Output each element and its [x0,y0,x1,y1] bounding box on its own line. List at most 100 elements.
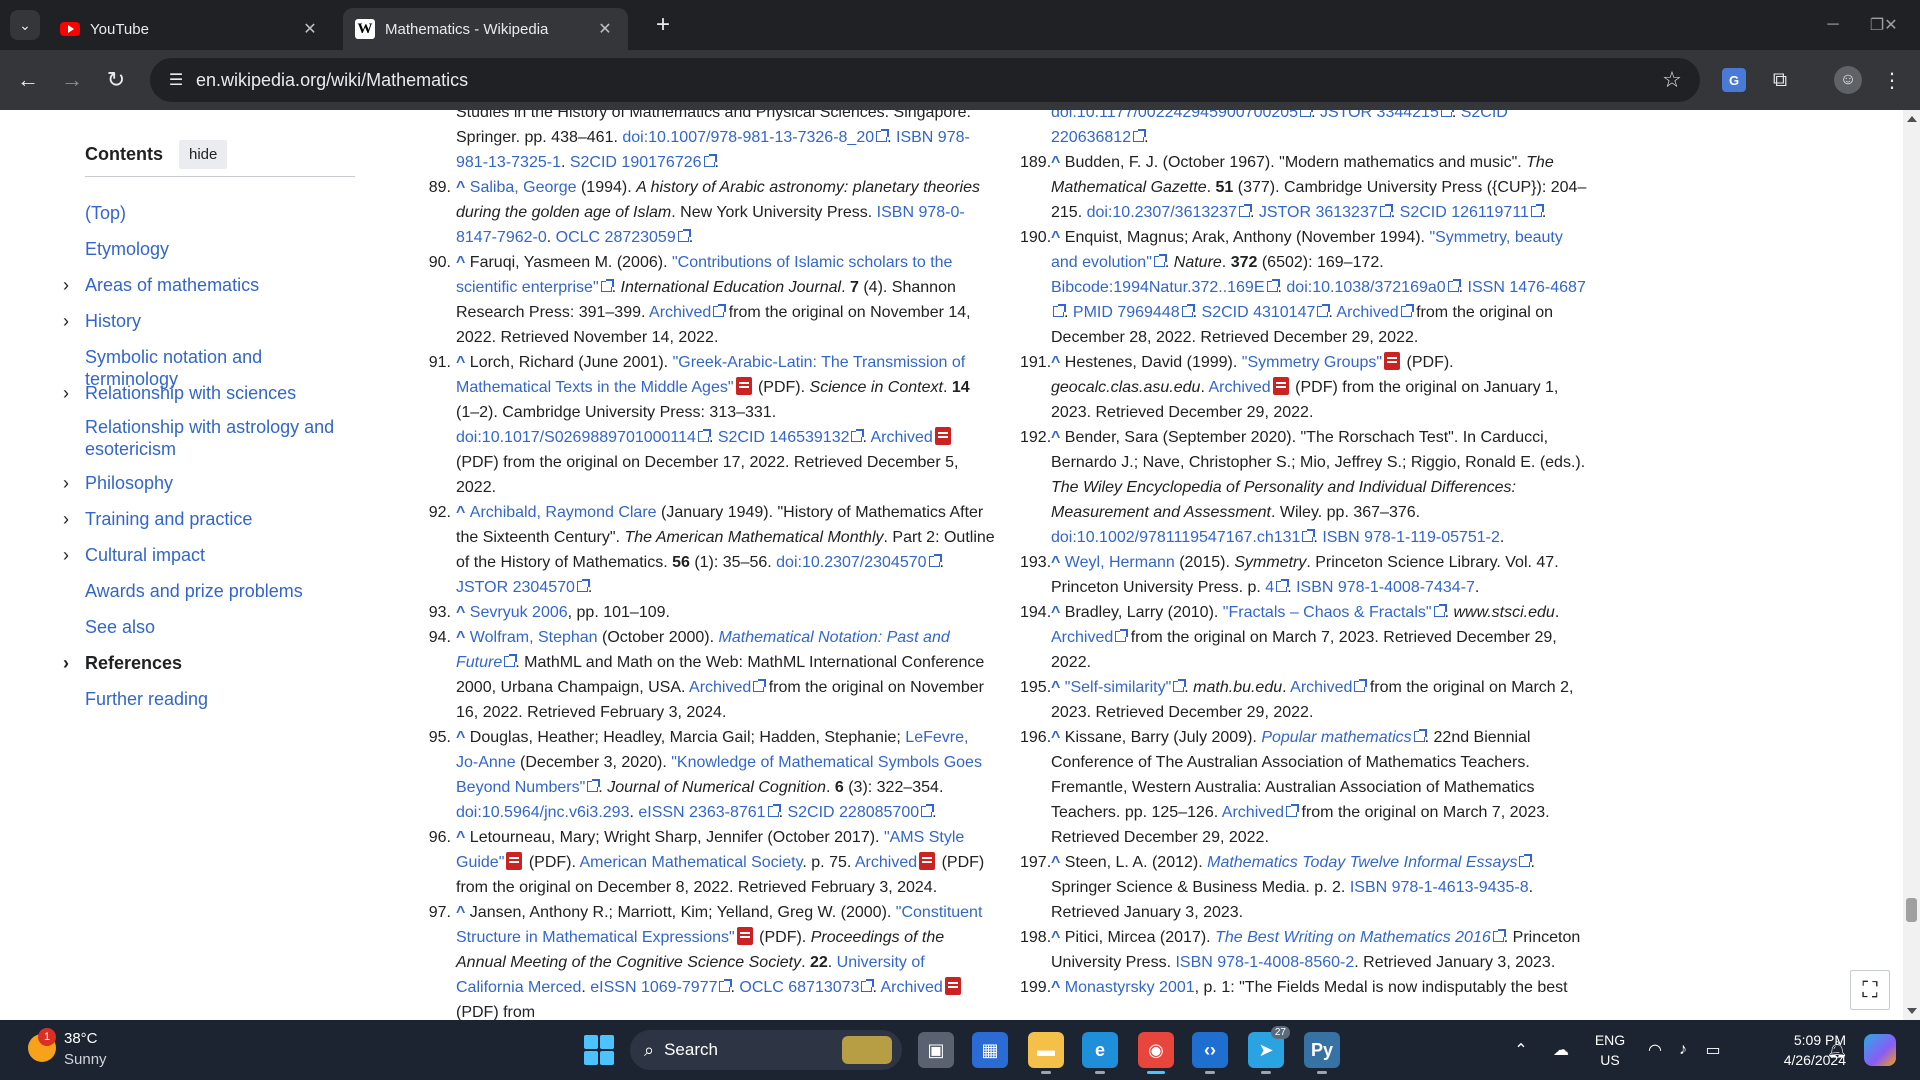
reference-link[interactable]: Archived [880,979,942,996]
profile-avatar-icon[interactable]: ☺ [1834,66,1862,94]
chevron-right-icon[interactable]: › [63,544,69,566]
reference-link[interactable]: "Self-similarity" [1065,679,1171,696]
reference-link[interactable]: ISBN 978-1-4008-8560-2 [1175,954,1354,971]
reference-link[interactable]: 4 [1265,579,1274,596]
reference-link[interactable]: S2CID 146539132 [718,429,850,446]
backlink-caret[interactable]: ^ [456,729,470,746]
reference-link[interactable]: Archived [1222,804,1284,821]
toc-item[interactable]: Etymology [85,238,355,260]
toc-item[interactable]: (Top) [85,202,355,224]
backlink-caret[interactable]: ^ [1051,979,1065,996]
backlink-caret[interactable]: ^ [1051,229,1065,246]
reference-link[interactable]: "Symmetry Groups" [1242,354,1382,371]
reference-link[interactable]: Wolfram, Stephan [470,629,598,646]
backlink-caret[interactable]: ^ [456,629,470,646]
new-tab-button[interactable]: + [650,11,676,38]
translate-icon[interactable]: G [1722,68,1746,92]
backlink-caret[interactable]: ^ [456,504,470,521]
backlink-caret[interactable]: ^ [1051,354,1065,371]
minimize-button[interactable]: ─ [1818,10,1848,40]
reference-link[interactable]: Archived [1336,304,1398,321]
backlink-caret[interactable]: ^ [1051,554,1065,571]
chevron-right-icon[interactable]: › [63,274,69,296]
reference-link[interactable]: JSTOR 2304570 [456,579,575,596]
extensions-icon[interactable]: ⧉ [1764,64,1796,96]
more-menu-icon[interactable]: ⋮ [1876,64,1908,96]
folder-icon[interactable]: ▬ [1028,1032,1064,1074]
forward-button[interactable]: → [56,64,88,96]
reference-link[interactable]: doi:10.1002/9781119547167.ch131 [1051,529,1300,546]
backlink-caret[interactable]: ^ [456,829,470,846]
toc-item[interactable]: › Cultural impact [63,544,355,566]
reference-link[interactable]: doi:10.1038/372169a0 [1286,279,1445,296]
reference-link[interactable]: ISBN 978-1-4008-7434-7 [1296,579,1475,596]
backlink-caret[interactable]: ^ [456,254,470,271]
reference-link[interactable]: S2CID 190176726 [570,154,702,171]
reference-link[interactable]: American Mathematical Society [579,854,802,871]
address-bar[interactable]: ☰ en.wikipedia.org/wiki/Mathematics ☆ [150,58,1700,102]
toc-item[interactable]: See also [85,616,355,638]
reference-link[interactable]: doi:10.1177/002242945900700205 [1051,110,1298,121]
toc-item[interactable]: › History [63,310,355,332]
toc-item[interactable]: Further reading [85,688,355,710]
reference-link[interactable]: ISBN 978-1-119-05751-2 [1322,529,1500,546]
reference-link[interactable]: Archived [1051,629,1113,646]
chevron-right-icon[interactable]: › [63,472,69,494]
chevron-right-icon[interactable]: › [63,310,69,332]
bookmark-star-icon[interactable]: ☆ [1658,66,1686,94]
site-info-icon[interactable]: ☰ [162,66,190,94]
reference-link[interactable]: doi:10.1017/S0269889701000114 [456,429,696,446]
reference-link[interactable]: Monastyrsky 2001 [1065,979,1195,996]
reference-link[interactable]: doi:10.5964/jnc.v6i3.293 [456,804,629,821]
reference-link[interactable]: Weyl, Hermann [1065,554,1175,571]
chevron-right-icon[interactable]: › [63,652,69,674]
reference-link[interactable]: S2CID 4310147 [1202,304,1316,321]
scroll-down-icon[interactable] [1907,1008,1917,1014]
telegram-icon[interactable]: ➤ 27 [1248,1026,1290,1074]
chevron-up-icon[interactable]: ⌃ [1506,1032,1536,1068]
backlink-caret[interactable]: ^ [456,904,470,921]
reference-link[interactable]: OCLC 28723059 [556,229,676,246]
scroll-up-icon[interactable] [1907,116,1917,122]
reference-link[interactable]: PMID 7969448 [1073,304,1180,321]
reference-link[interactable]: doi:10.2307/2304570 [776,554,926,571]
reference-link[interactable]: JSTOR 3613237 [1259,204,1378,221]
backlink-caret[interactable]: ^ [1051,729,1065,746]
backlink-caret[interactable]: ^ [1051,429,1065,446]
toc-item[interactable]: › Areas of mathematics [63,274,355,296]
back-button[interactable]: ← [12,64,44,96]
reference-link[interactable]: "Fractals – Chaos & Fractals" [1223,604,1432,621]
taskbar-search[interactable]: ⌕ Search [630,1030,902,1070]
backlink-caret[interactable]: ^ [1051,604,1065,621]
volume-icon[interactable]: ♪ [1668,1032,1698,1068]
backlink-caret[interactable]: ^ [456,354,470,371]
onedrive-icon[interactable]: ☁ [1546,1032,1576,1068]
url-text[interactable]: en.wikipedia.org/wiki/Mathematics [196,70,468,91]
reload-button[interactable]: ↻ [100,64,132,96]
close-icon[interactable]: ✕ [594,18,616,40]
tab-search-button[interactable]: ⌄ [10,10,40,40]
toc-item[interactable]: › References [63,652,355,674]
tab-wikipedia[interactable]: W Mathematics - Wikipedia ✕ [343,8,628,50]
reference-link[interactable]: Archived [1208,379,1270,396]
reference-link[interactable]: Mathematics Today Twelve Informal Essays [1207,854,1517,871]
edge-icon[interactable]: e [1082,1032,1118,1074]
reference-link[interactable]: The Best Writing on Mathematics 2016 [1215,929,1491,946]
backlink-caret[interactable]: ^ [1051,679,1065,696]
toc-item[interactable]: › Relationship with sciences [63,382,355,404]
wifi-icon[interactable]: ◠ [1640,1032,1670,1068]
reference-link[interactable]: Sevryuk 2006 [470,604,568,621]
notification-bell-icon[interactable]: 🔔︎ [1822,1032,1852,1068]
copilot-icon[interactable] [1864,1034,1896,1066]
battery-icon[interactable]: ▭ [1698,1032,1728,1068]
reference-link[interactable]: Archived [855,854,917,871]
close-icon[interactable]: ✕ [299,18,321,40]
start-button[interactable] [584,1035,614,1065]
reference-link[interactable]: ISSN 1476-4687 [1468,279,1586,296]
task-view-icon[interactable]: ▣ [918,1032,954,1068]
reference-link[interactable]: Popular mathematics [1261,729,1411,746]
reference-link[interactable]: eISSN 1069-7977 [590,979,717,996]
python-icon[interactable]: Py [1304,1032,1340,1074]
chrome-icon[interactable]: ◉ [1138,1032,1174,1074]
chevron-right-icon[interactable]: › [63,382,69,404]
